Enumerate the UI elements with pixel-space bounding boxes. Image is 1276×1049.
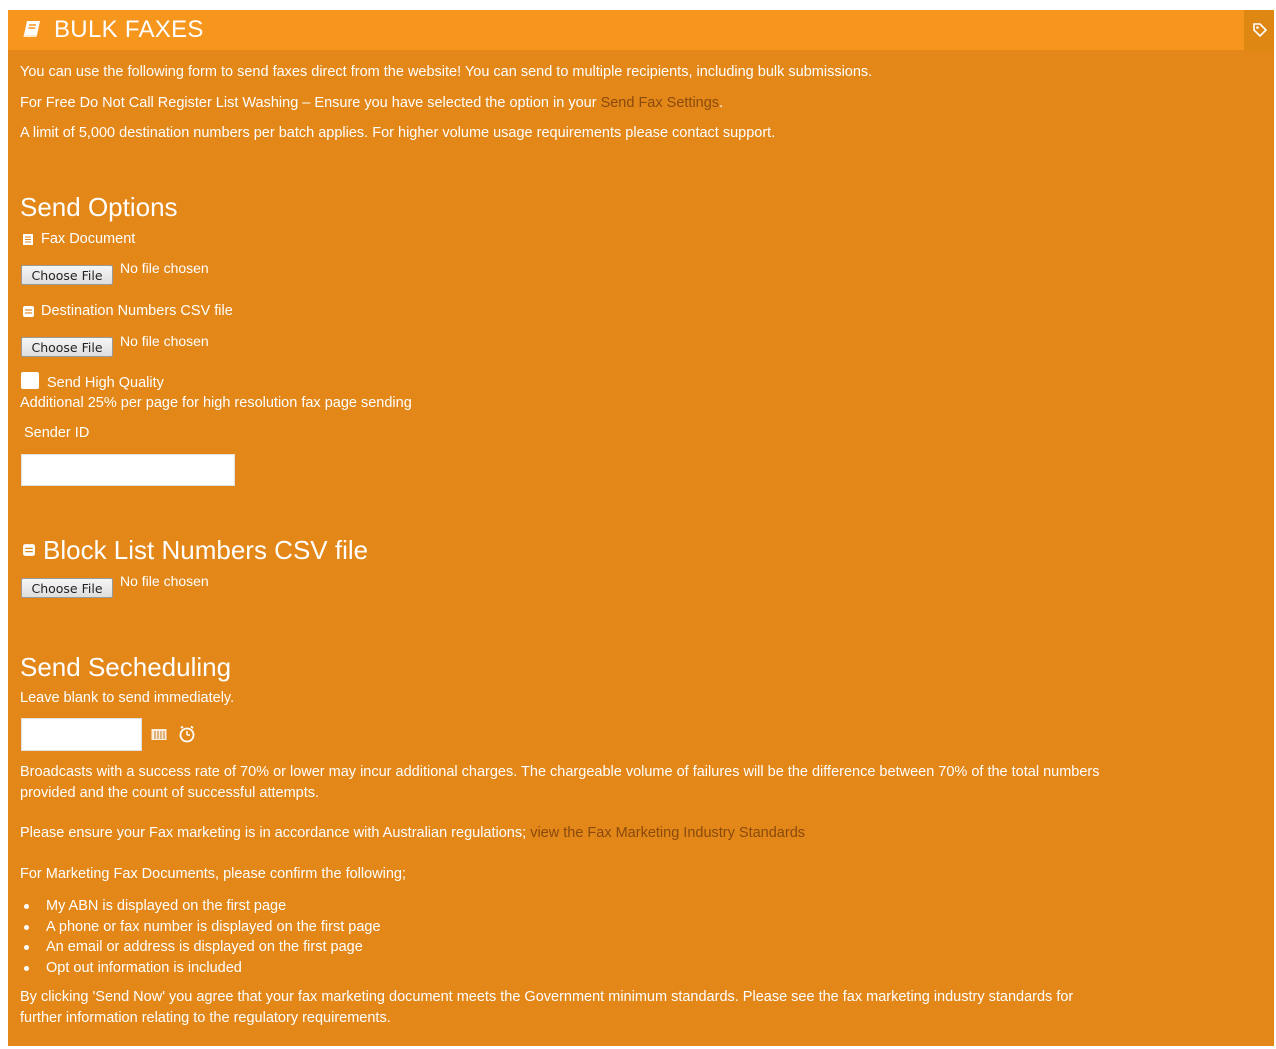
confirm-list: My ABN is displayed on the first page A … [20,896,381,978]
intro-line-2-text: For Free Do Not Call Register List Washi… [20,95,601,111]
confirm-intro: For Marketing Fax Documents, please conf… [20,866,407,882]
high-quality-note: Additional 25% per page for high resolut… [20,395,412,411]
table-icon [22,543,36,562]
send-fax-settings-link[interactable]: Send Fax Settings [601,95,720,111]
send-scheduling-heading: Send Secheduling [20,652,232,682]
intro-line-2: For Free Do Not Call Register List Washi… [20,94,723,112]
header-tool-button[interactable] [1244,10,1274,50]
destination-numbers-file-status: No file chosen [120,333,209,349]
fax-document-choose-file-button[interactable]: Choose File [21,265,113,285]
file-icon [22,233,34,251]
block-list-file-status: No file chosen [120,573,209,589]
destination-numbers-label: Destination Numbers CSV file [41,303,233,319]
agreement-line-1: By clicking 'Send Now' you agree that yo… [20,989,1074,1005]
list-item: An email or address is displayed on the … [20,937,381,958]
intro-line-2-suffix: . [719,95,724,111]
book-icon [22,20,42,43]
agreement-line-2: further information relating to the regu… [20,1010,391,1026]
divider [20,1046,1266,1048]
list-item: A phone or fax number is displayed on th… [20,917,381,938]
table-icon [22,305,35,323]
destination-numbers-choose-file-button[interactable]: Choose File [21,337,113,357]
tag-icon [1253,23,1268,38]
clock-icon[interactable] [178,725,196,748]
block-list-choose-file-button[interactable]: Choose File [21,578,113,598]
send-high-quality-checkbox[interactable] [21,372,39,389]
regulation-note: Please ensure your Fax marketing is in a… [20,824,805,842]
sender-id-label: Sender ID [24,425,90,441]
regulation-note-text: Please ensure your Fax marketing is in a… [20,825,531,841]
bulk-faxes-panel [8,10,1274,1046]
intro-line-3: A limit of 5,000 destination numbers per… [20,125,776,141]
schedule-datetime-input[interactable] [21,718,142,751]
sender-id-input[interactable] [21,454,235,486]
fax-document-file-status: No file chosen [120,260,209,276]
block-list-heading: Block List Numbers CSV file [43,535,369,565]
broadcast-note-line-2: provided and the count of successful att… [20,785,320,801]
scheduling-note: Leave blank to send immediately. [20,690,235,706]
panel-header: BULK FAXES [8,10,1274,50]
send-options-heading: Send Options [20,192,178,222]
fax-document-label: Fax Document [41,231,136,247]
calendar-icon[interactable] [151,728,167,746]
page-title: BULK FAXES [54,16,204,43]
send-high-quality-label: Send High Quality [47,375,164,391]
intro-line-1: You can use the following form to send f… [20,64,873,80]
fax-marketing-standards-link[interactable]: view the Fax Marketing Industry Standard… [530,825,805,841]
broadcast-note-line-1: Broadcasts with a success rate of 70% or… [20,764,1100,780]
list-item: My ABN is displayed on the first page [20,896,381,917]
list-item: Opt out information is included [20,958,381,979]
